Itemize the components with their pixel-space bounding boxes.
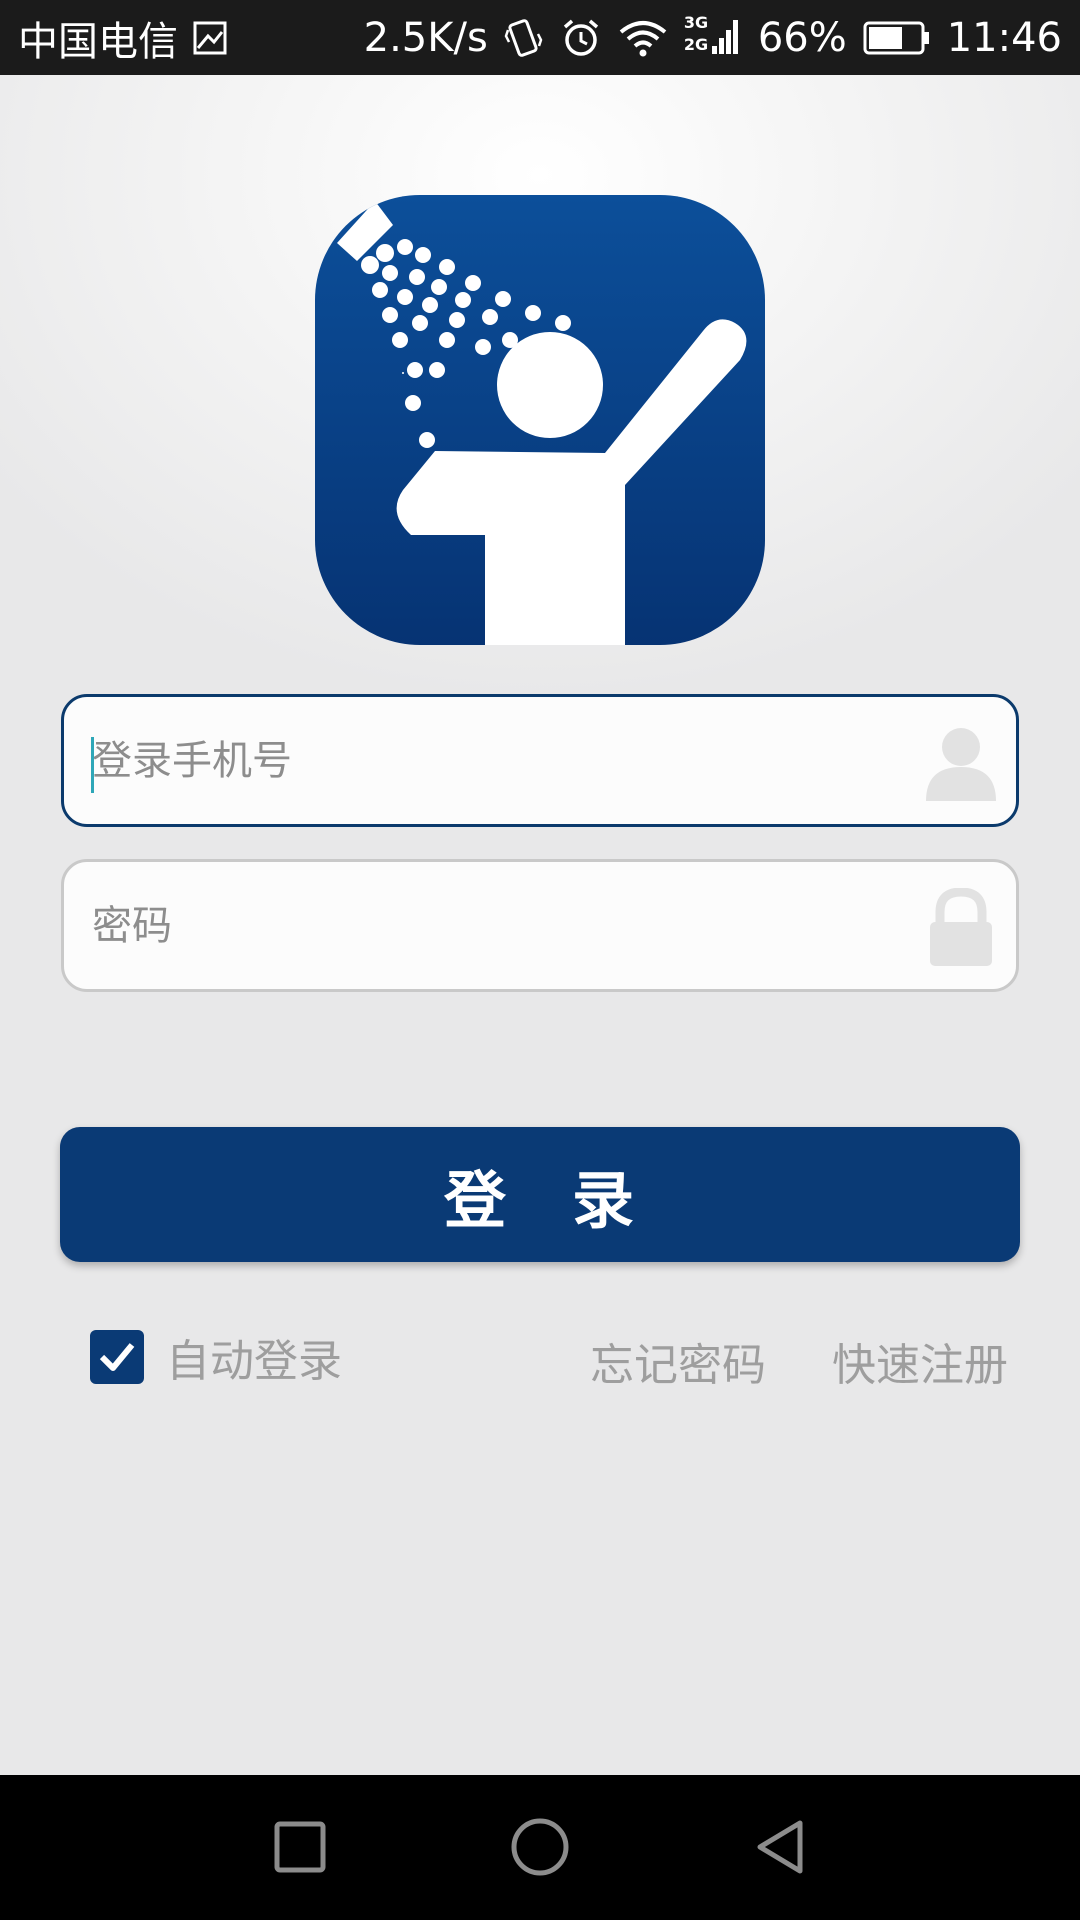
- phone-field[interactable]: [61, 694, 1019, 827]
- lock-icon: [930, 888, 992, 966]
- login-screen: 登 录 自动登录 忘记密码 快速注册: [0, 75, 1080, 1775]
- system-nav-bar: [0, 1775, 1080, 1920]
- battery-icon: [863, 21, 931, 55]
- battery-percent: 66%: [757, 14, 847, 61]
- recent-apps-button[interactable]: [250, 1797, 350, 1897]
- password-input[interactable]: [92, 885, 892, 966]
- image-notification-icon: [192, 20, 228, 56]
- text-cursor: [91, 737, 94, 793]
- home-button[interactable]: [490, 1797, 590, 1897]
- checkmark-icon: [99, 1343, 135, 1371]
- password-field[interactable]: [61, 859, 1019, 992]
- auto-login-option[interactable]: 自动登录: [90, 1325, 342, 1389]
- phone-input[interactable]: [92, 720, 892, 801]
- back-button[interactable]: [730, 1797, 830, 1897]
- shower-app-logo: [315, 195, 765, 645]
- auto-login-label: 自动登录: [166, 1336, 342, 1387]
- network-type-2g: 2G: [683, 34, 709, 54]
- status-bar: 中国电信 2.5K/s 3G 2G 66% 11:46: [0, 0, 1080, 75]
- wifi-icon: [618, 18, 668, 58]
- network-type-3g: 3G: [683, 12, 709, 32]
- carrier-name: 中国电信: [18, 18, 178, 65]
- network-speed: 2.5K/s: [363, 14, 488, 61]
- signal-icon: 3G 2G: [683, 12, 742, 62]
- login-options-row: 自动登录 忘记密码 快速注册: [0, 1325, 1080, 1391]
- back-icon: [757, 1820, 803, 1874]
- status-right: 2.5K/s 3G 2G 66% 11:46: [363, 12, 1062, 62]
- recent-apps-icon: [274, 1821, 326, 1873]
- alarm-icon: [560, 17, 602, 59]
- forgot-password-link[interactable]: 忘记密码: [590, 1329, 766, 1393]
- user-icon: [926, 728, 996, 801]
- login-button[interactable]: 登 录: [60, 1127, 1020, 1262]
- home-icon: [511, 1818, 569, 1876]
- status-left: 中国电信: [18, 9, 228, 67]
- clock-time: 11:46: [946, 14, 1062, 61]
- vibrate-icon: [504, 16, 544, 60]
- quick-register-link[interactable]: 快速注册: [832, 1329, 1008, 1393]
- auto-login-checkbox[interactable]: [90, 1330, 144, 1384]
